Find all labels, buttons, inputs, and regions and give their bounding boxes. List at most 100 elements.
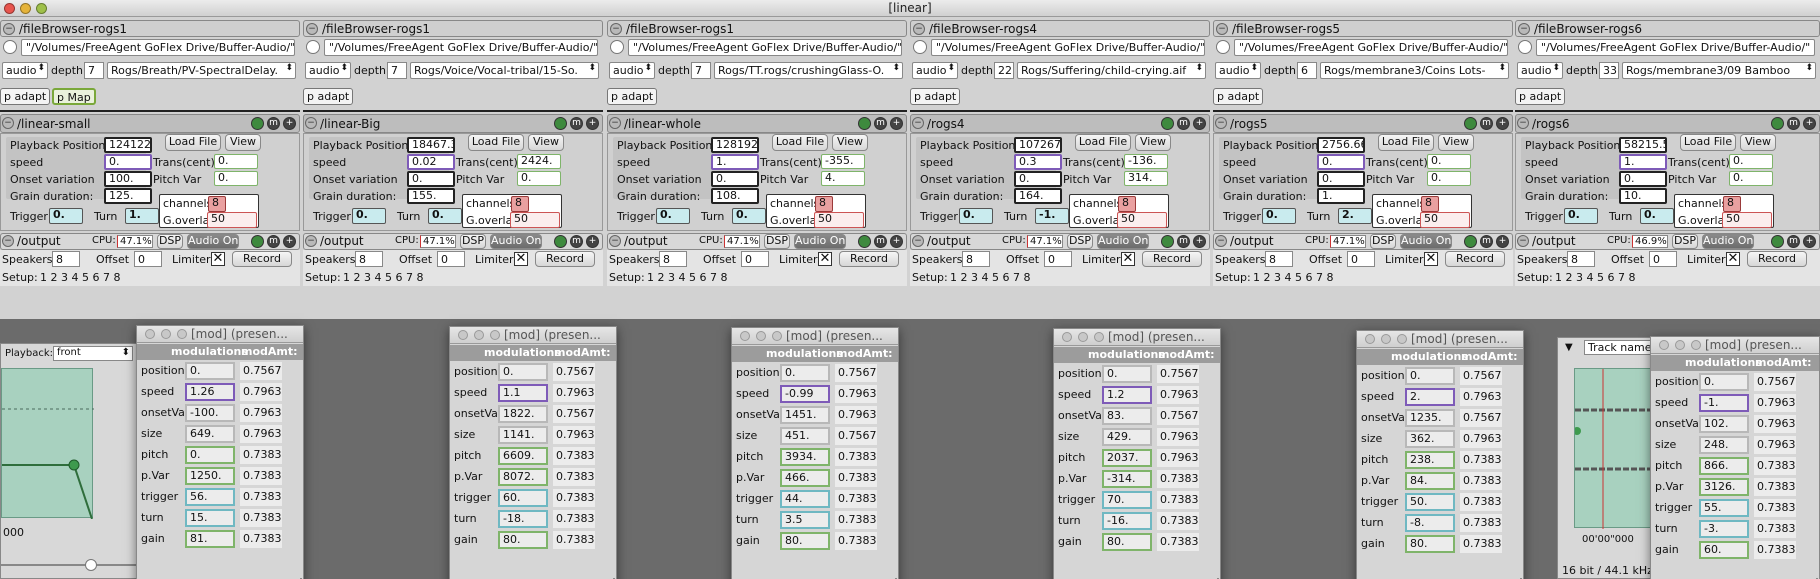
dsp-button[interactable]: DSP <box>764 234 790 249</box>
mod-amount-field[interactable]: 0.7963 <box>240 404 282 422</box>
mod-value-field[interactable]: 70. <box>1102 491 1152 509</box>
mod-amount-field[interactable]: 0.7567 <box>1460 409 1502 427</box>
mod-value-field[interactable]: 451. <box>780 427 830 445</box>
file-select[interactable]: Rogs/Voice/Vocal-tribal/15-So. ⬍ <box>410 62 599 79</box>
plus-button-icon[interactable]: + <box>1803 117 1816 130</box>
setup-channels[interactable]: 1 2 3 4 5 6 7 8 <box>950 271 1030 284</box>
power-knob-icon[interactable] <box>858 117 871 130</box>
depth-number[interactable]: 33 <box>1599 62 1619 79</box>
minimize-window-button[interactable] <box>1381 334 1391 344</box>
envelope-curve[interactable] <box>2 369 94 520</box>
collapse-toggle-icon[interactable]: − <box>1517 235 1529 247</box>
power-knob-icon[interactable] <box>554 117 567 130</box>
channels-field[interactable]: 8 <box>1723 196 1741 212</box>
playback-position-field[interactable]: 124122. <box>104 137 152 153</box>
pitch-var-field[interactable]: 4. <box>821 171 865 186</box>
pitch-var-field[interactable]: 314. <box>1124 171 1168 186</box>
collapse-toggle-icon[interactable]: − <box>2 235 14 247</box>
power-knob-icon[interactable] <box>1161 235 1174 248</box>
grain-overlap-field[interactable]: 50 <box>1722 212 1772 228</box>
record-button[interactable]: Record <box>1142 251 1202 267</box>
mod-amount-field[interactable]: 0.7567 <box>1157 365 1199 383</box>
mod-value-field[interactable]: 0. <box>1699 373 1749 391</box>
pitch-var-field[interactable]: 0. <box>1427 171 1471 186</box>
path-radio-button[interactable] <box>913 40 927 54</box>
m-button-icon[interactable]: m <box>1787 117 1800 130</box>
trigger-field[interactable]: 0. <box>656 208 690 224</box>
collapse-toggle-icon[interactable]: − <box>2 117 14 129</box>
load-file-button[interactable]: Load File <box>772 134 828 151</box>
mod-value-field[interactable]: 0. <box>185 446 235 464</box>
mod-amount-field[interactable]: 0.7963 <box>553 384 595 402</box>
turn-field[interactable]: 0. <box>732 208 766 224</box>
mod-value-field[interactable]: 1235. <box>1405 409 1455 427</box>
file-select[interactable]: Rogs/TT.rogs/crushingGlass-O. ⬍ <box>714 62 903 79</box>
zoom-window-button[interactable] <box>772 331 782 341</box>
mod-value-field[interactable]: 1141. <box>498 426 548 444</box>
turn-field[interactable]: 1. <box>125 208 159 224</box>
p-map-object[interactable]: p Map <box>52 88 96 105</box>
channels-field[interactable]: 8 <box>1118 196 1136 212</box>
path-radio-button[interactable] <box>306 40 320 54</box>
collapse-toggle-icon[interactable]: − <box>3 23 15 35</box>
grain-duration-field[interactable]: 155. <box>407 188 455 204</box>
depth-number[interactable]: 7 <box>691 62 711 79</box>
channels-field[interactable]: 8 <box>1421 196 1439 212</box>
mod-amount-field[interactable]: 0.7383 <box>553 468 595 486</box>
limiter-checkbox[interactable]: ✕ <box>1121 252 1135 266</box>
mod-amount-field[interactable]: 0.7567 <box>553 363 595 381</box>
file-select[interactable]: Rogs/membrane3/Coins Lots- ⬍ <box>1320 62 1509 79</box>
plus-button-icon[interactable]: + <box>1193 235 1206 248</box>
folder-path-field[interactable]: "/Volumes/FreeAgent GoFlex Drive/Buffer-… <box>1234 39 1508 56</box>
mod-amount-field[interactable]: 0.7383 <box>553 531 595 549</box>
offset-number[interactable]: 0 <box>1044 251 1072 267</box>
limiter-checkbox[interactable]: ✕ <box>211 252 225 266</box>
mod-amount-field[interactable]: 0.7383 <box>240 467 282 485</box>
grain-duration-field[interactable]: 10. <box>1619 188 1667 204</box>
playback-mode-select[interactable]: front ⬍ <box>53 346 133 361</box>
mod-value-field[interactable]: 84. <box>1405 472 1455 490</box>
p-adapt-object[interactable]: p adapt <box>910 88 961 105</box>
scroll-handle[interactable] <box>85 559 97 571</box>
transposition-field[interactable]: 0. <box>1729 154 1773 169</box>
mod-amount-field[interactable]: 0.7383 <box>1157 512 1199 530</box>
setup-channels[interactable]: 1 2 3 4 5 6 7 8 <box>1555 271 1635 284</box>
plus-button-icon[interactable]: + <box>586 235 599 248</box>
plus-button-icon[interactable]: + <box>283 117 296 130</box>
trigger-field[interactable]: 0. <box>49 208 83 224</box>
load-file-button[interactable]: Load File <box>468 134 524 151</box>
mod-amount-field[interactable]: 0.7963 <box>1460 388 1502 406</box>
mod-value-field[interactable]: -18. <box>498 510 548 528</box>
mod-value-field[interactable]: 1.1 <box>498 384 548 402</box>
power-knob-icon[interactable] <box>858 235 871 248</box>
mod-amount-field[interactable]: 0.7383 <box>1157 533 1199 551</box>
mod-value-field[interactable]: -3. <box>1699 520 1749 538</box>
close-window-button[interactable] <box>1659 340 1669 350</box>
collapse-toggle-icon[interactable]: − <box>610 23 622 35</box>
mod-value-field[interactable]: -16. <box>1102 512 1152 530</box>
mod-amount-field[interactable]: 0.7963 <box>240 425 282 443</box>
mod-value-field[interactable]: 50. <box>1405 493 1455 511</box>
m-button-icon[interactable]: m <box>1787 235 1800 248</box>
mod-amount-field[interactable]: 0.7383 <box>1460 493 1502 511</box>
file-type-select[interactable]: audio ⬍ <box>1517 62 1563 79</box>
speed-field[interactable]: 1. <box>1619 154 1667 170</box>
mod-amount-field[interactable]: 0.7963 <box>1754 394 1796 412</box>
plus-button-icon[interactable]: + <box>890 117 903 130</box>
pitch-var-field[interactable]: 0. <box>1729 171 1773 186</box>
onset-variation-field[interactable]: 0. <box>1317 171 1365 187</box>
channels-field[interactable]: 8 <box>511 196 529 212</box>
record-button[interactable]: Record <box>839 251 899 267</box>
mod-amount-field[interactable]: 0.7963 <box>1754 436 1796 454</box>
grain-overlap-field[interactable]: 50 <box>207 212 257 228</box>
turn-field[interactable]: 0. <box>1640 208 1674 224</box>
collapse-toggle-icon[interactable]: − <box>1518 23 1530 35</box>
zoom-window-button[interactable] <box>1691 340 1701 350</box>
grain-duration-field[interactable]: 1. <box>1317 188 1365 204</box>
mod-value-field[interactable]: 8072. <box>498 468 548 486</box>
mod-value-field[interactable]: 15. <box>185 509 235 527</box>
mod-value-field[interactable]: 0. <box>185 362 235 380</box>
file-type-select[interactable]: audio ⬍ <box>609 62 655 79</box>
mod-value-field[interactable]: 0. <box>498 363 548 381</box>
file-type-select[interactable]: audio ⬍ <box>305 62 351 79</box>
